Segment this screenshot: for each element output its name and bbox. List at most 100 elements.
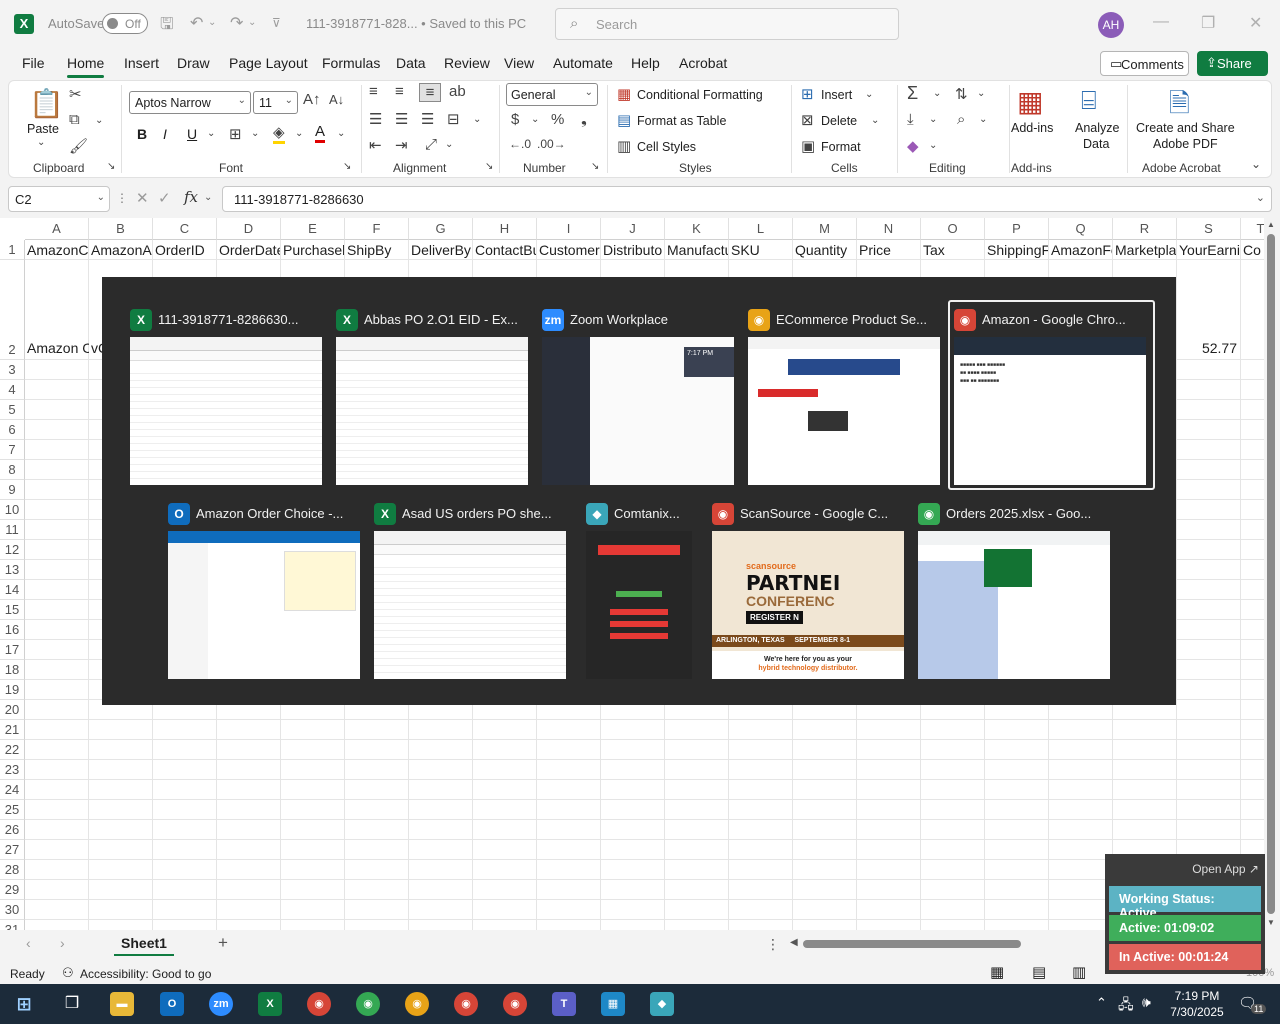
delete-dropdown-icon[interactable]: ⌄ — [871, 115, 879, 126]
column-header[interactable]: A — [25, 218, 89, 240]
file-explorer-icon[interactable]: ▬ — [110, 992, 134, 1016]
prev-sheet-icon[interactable]: ‹ — [26, 935, 31, 951]
row-header[interactable]: 12 — [0, 540, 25, 560]
row-header[interactable]: 29 — [0, 880, 25, 900]
column-header[interactable]: L — [729, 218, 793, 240]
row-header[interactable]: 16 — [0, 620, 25, 640]
expand-formula-icon[interactable]: ⌄ — [1256, 191, 1265, 204]
analyze-data-button[interactable]: Analyze — [1075, 121, 1119, 135]
underline-dropdown-icon[interactable]: ⌄ — [207, 128, 215, 139]
row-header[interactable]: 15 — [0, 600, 25, 620]
orientation-dropdown-icon[interactable]: ⌄ — [445, 139, 453, 150]
comtanix-icon[interactable]: ◆ — [650, 992, 674, 1016]
clock[interactable]: 7:19 PM 7/30/2025 — [1164, 988, 1230, 1020]
horizontal-scroll-thumb[interactable] — [803, 940, 1021, 948]
header-cell[interactable]: Co — [1241, 240, 1264, 260]
data-cell[interactable]: Amazon C — [25, 338, 89, 358]
fill-dropdown-icon[interactable]: ⌄ — [295, 128, 303, 139]
vertical-scrollbar[interactable]: ▲ ▼ — [1264, 218, 1278, 930]
paste-icon[interactable]: 📋 — [29, 87, 64, 120]
column-header[interactable]: D — [217, 218, 281, 240]
tab-automate[interactable]: Automate — [553, 55, 613, 71]
column-header[interactable]: N — [857, 218, 921, 240]
start-windows-icon[interactable]: ⊞ — [12, 992, 36, 1016]
switcher-excel-order-window[interactable]: X 111-3918771-8286630... — [130, 309, 322, 487]
maximize-icon[interactable]: ❐ — [1201, 13, 1215, 33]
header-cell[interactable]: Price — [857, 240, 921, 260]
add-ins-button[interactable]: Add-ins — [1011, 121, 1053, 135]
clear-icon[interactable]: ◆ — [907, 137, 919, 155]
row-header[interactable]: 19 — [0, 680, 25, 700]
format-painter-icon[interactable]: 🖌 — [69, 137, 88, 155]
number-launcher-icon[interactable]: ↘ — [591, 161, 599, 172]
row-header[interactable]: 9 — [0, 480, 25, 500]
header-cell[interactable]: AmazonA — [89, 240, 153, 260]
column-header[interactable]: F — [345, 218, 409, 240]
collapse-ribbon-icon[interactable]: ⌄ — [1251, 157, 1261, 171]
column-header[interactable]: K — [665, 218, 729, 240]
header-cell[interactable]: ShippingF — [985, 240, 1049, 260]
bold-button[interactable]: B — [137, 126, 147, 142]
network-icon[interactable]: 🖧 — [1118, 994, 1134, 1018]
redo-icon[interactable]: ↷ — [230, 13, 243, 33]
row-header[interactable]: 1 — [0, 240, 25, 260]
search-input[interactable]: ⌕ Search — [555, 8, 899, 40]
align-right-icon[interactable]: ☰ — [421, 110, 434, 128]
sheet-tab-sheet1[interactable]: Sheet1 — [114, 932, 174, 956]
column-header[interactable]: T — [1241, 218, 1264, 240]
align-bottom-icon[interactable]: ≡ — [419, 83, 441, 102]
switcher-ecommerce-window[interactable]: ◉ ECommerce Product Se... — [748, 309, 940, 487]
row-header[interactable]: 26 — [0, 820, 25, 840]
switcher-zoom-window[interactable]: zm Zoom Workplace 7:17 PM — [542, 309, 734, 487]
merge-dropdown-icon[interactable]: ⌄ — [473, 114, 481, 125]
row-header[interactable]: 7 — [0, 440, 25, 460]
conditional-formatting-button[interactable]: Conditional Formatting — [637, 88, 763, 102]
row-header[interactable]: 5 — [0, 400, 25, 420]
header-cell[interactable]: Purchasel — [281, 240, 345, 260]
header-cell[interactable]: ShipBy — [345, 240, 409, 260]
redo-dropdown-icon[interactable]: ⌄ — [248, 17, 256, 28]
clear-dropdown-icon[interactable]: ⌄ — [929, 140, 937, 151]
currency-dropdown-icon[interactable]: ⌄ — [531, 114, 539, 125]
column-header[interactable]: S — [1177, 218, 1241, 240]
vertical-scroll-thumb[interactable] — [1267, 234, 1275, 914]
row-header[interactable]: 13 — [0, 560, 25, 580]
clipboard-launcher-icon[interactable]: ↘ — [107, 161, 115, 172]
enter-icon[interactable]: ✓ — [158, 189, 171, 207]
column-header[interactable]: C — [153, 218, 217, 240]
tab-acrobat[interactable]: Acrobat — [679, 55, 727, 71]
switcher-comtanix-window[interactable]: ◆ Comtanix... — [586, 503, 692, 681]
accessibility-status[interactable]: Accessibility: Good to go — [80, 967, 211, 981]
share-button[interactable]: ⇪ Share — [1197, 51, 1268, 76]
row-header[interactable]: 3 — [0, 360, 25, 380]
column-header[interactable]: O — [921, 218, 985, 240]
align-top-icon[interactable]: ≡ — [369, 83, 378, 100]
switcher-asad-orders-window[interactable]: X Asad US orders PO she... — [374, 503, 566, 681]
row-header[interactable]: 18 — [0, 660, 25, 680]
column-header[interactable]: R — [1113, 218, 1177, 240]
header-cell[interactable]: Marketpla — [1113, 240, 1177, 260]
cell-styles-button[interactable]: Cell Styles — [637, 140, 696, 154]
undo-icon[interactable]: ↶ — [190, 13, 203, 33]
row-header[interactable]: 6 — [0, 420, 25, 440]
header-cell[interactable]: ContactBu — [473, 240, 537, 260]
italic-button[interactable]: I — [163, 126, 167, 142]
header-cell[interactable]: YourEarni — [1177, 240, 1241, 260]
align-left-icon[interactable]: ☰ — [369, 110, 382, 128]
page-break-view-icon[interactable]: ▥ — [1072, 963, 1086, 981]
wrap-text-icon[interactable]: ab — [449, 83, 466, 100]
save-icon[interactable]: 🖫 — [160, 13, 174, 40]
formula-input[interactable]: 111-3918771-8286630 ⌄ — [222, 186, 1272, 212]
alignment-launcher-icon[interactable]: ↘ — [485, 161, 493, 172]
paste-dropdown-icon[interactable]: ⌄ — [37, 137, 45, 148]
autosave-toggle[interactable]: Off — [102, 13, 148, 34]
sort-dropdown-icon[interactable]: ⌄ — [977, 88, 985, 99]
column-header[interactable]: H — [473, 218, 537, 240]
show-hidden-icons[interactable]: ⌃ — [1096, 995, 1107, 1011]
page-layout-view-icon[interactable]: ▤ — [1032, 963, 1046, 981]
tab-home[interactable]: Home — [67, 55, 104, 71]
tab-formulas[interactable]: Formulas — [322, 55, 380, 71]
row-header[interactable]: 22 — [0, 740, 25, 760]
decrease-font-icon[interactable]: A↓ — [329, 92, 344, 107]
switcher-amazon-order-outlook-window[interactable]: O Amazon Order Choice -... — [168, 503, 360, 681]
